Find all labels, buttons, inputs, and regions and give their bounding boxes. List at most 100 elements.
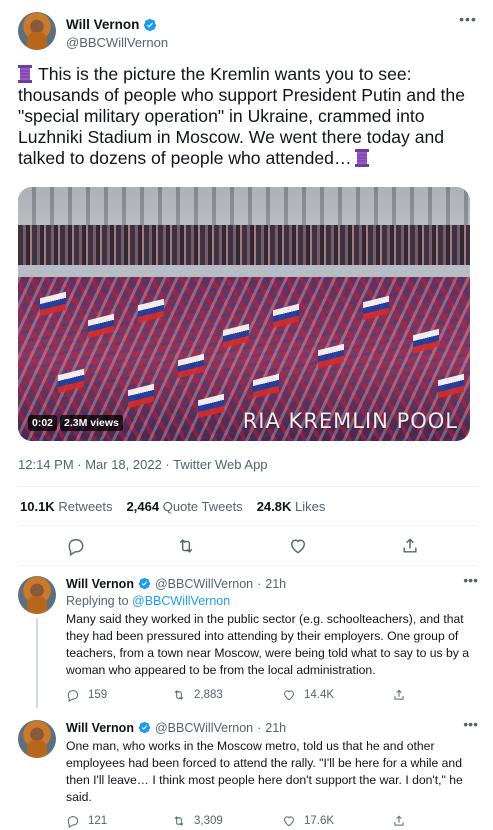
author-name[interactable]: Will Vernon xyxy=(66,17,139,32)
retweet-button[interactable]: 3,309 xyxy=(172,814,223,828)
share-icon xyxy=(394,815,404,826)
more-horizontal-icon[interactable]: ••• xyxy=(463,573,478,587)
retweet-icon[interactable] xyxy=(176,536,196,556)
like-count: 14.4K xyxy=(304,689,335,701)
video-badges: 0:02 2.3M views xyxy=(28,415,123,431)
flag xyxy=(58,368,84,394)
quotes-count: 2,464 xyxy=(126,499,160,514)
flag xyxy=(273,303,299,329)
thread-line xyxy=(36,618,38,708)
retweet-icon xyxy=(174,816,184,826)
reply-time[interactable]: 21h xyxy=(265,577,286,591)
reply-icon xyxy=(67,816,79,828)
flag xyxy=(253,373,279,399)
retweet-count: 2,883 xyxy=(194,689,223,701)
reply-text: One man, who works in the Moscow metro, … xyxy=(66,739,463,804)
heart-icon xyxy=(284,816,294,827)
divider xyxy=(18,486,478,487)
retweet-icon xyxy=(174,690,184,700)
video-timestamp: 0:02 xyxy=(28,415,58,431)
retweet-count: 3,309 xyxy=(194,815,223,827)
flag xyxy=(413,328,439,354)
reply-count: 159 xyxy=(88,689,108,701)
video-views: 2.3M views xyxy=(60,415,123,431)
replying-to-link[interactable]: @BBCWillVernon xyxy=(132,594,230,608)
verified-badge-icon xyxy=(138,577,151,590)
reply-author-handle[interactable]: @BBCWillVernon xyxy=(155,721,253,735)
spool-emoji-icon-end xyxy=(354,149,369,167)
stadium-roof xyxy=(18,187,470,227)
quotes-label: Quote Tweets xyxy=(162,499,243,514)
likes-count: 24.8K xyxy=(256,499,292,514)
tweet-actions xyxy=(18,536,478,558)
separator-dot: · xyxy=(257,576,262,591)
flag xyxy=(40,291,66,317)
tweet-timestamp[interactable]: 12:14 PM · Mar 18, 2022 · Twitter Web Ap… xyxy=(18,457,268,472)
spool-emoji-icon xyxy=(18,65,32,83)
reply-author-handle[interactable]: @BBCWillVernon xyxy=(155,577,253,591)
more-horizontal-icon[interactable]: ••• xyxy=(463,717,478,731)
divider xyxy=(18,565,478,566)
author-handle[interactable]: @BBCWillVernon xyxy=(66,35,168,50)
flag xyxy=(438,373,464,399)
reply-actions: 159 2,883 14.4K xyxy=(66,688,478,706)
reply-header: Will Vernon @BBCWillVernon · 21h xyxy=(66,720,478,735)
flag xyxy=(363,295,389,321)
quotes-stat[interactable]: 2,464 Quote Tweets xyxy=(127,499,243,514)
flag xyxy=(178,353,204,379)
flag xyxy=(223,323,249,349)
reply-tweet[interactable]: Will Vernon @BBCWillVernon · 21h ••• Rep… xyxy=(18,573,478,708)
flag xyxy=(198,393,224,419)
flag xyxy=(128,383,154,409)
tweet-text-container: This is the picture the Kremlin wants yo… xyxy=(18,64,478,169)
like-button[interactable]: 17.6K xyxy=(282,814,334,828)
reply-header: Will Vernon @BBCWillVernon · 21h xyxy=(66,576,478,591)
heart-icon[interactable] xyxy=(288,536,308,556)
tweet-text: This is the picture the Kremlin wants yo… xyxy=(18,64,465,168)
more-horizontal-icon[interactable]: ••• xyxy=(458,12,478,28)
reply-author-name[interactable]: Will Vernon xyxy=(66,721,134,735)
reply-author-avatar[interactable] xyxy=(18,576,56,614)
share-icon xyxy=(394,689,404,700)
like-count: 17.6K xyxy=(304,815,335,827)
reply-author-name[interactable]: Will Vernon xyxy=(66,577,134,591)
reply-text: Many said they worked in the public sect… xyxy=(66,612,470,677)
reply-time[interactable]: 21h xyxy=(265,721,286,735)
reply-icon xyxy=(67,690,79,702)
stadium-ring xyxy=(18,265,470,277)
divider xyxy=(18,525,478,526)
verified-badge-icon xyxy=(138,721,151,734)
flag xyxy=(88,313,114,339)
share-button[interactable] xyxy=(392,814,406,828)
verified-badge-icon xyxy=(144,18,157,31)
likes-stat[interactable]: 24.8K Likes xyxy=(257,499,326,514)
video-watermark: RIA KREMLIN POOL xyxy=(242,409,458,433)
reply-author-avatar[interactable] xyxy=(18,720,56,758)
reply-count: 121 xyxy=(88,815,108,827)
likes-label: Likes xyxy=(295,499,326,514)
tweet-video[interactable]: RIA KREMLIN POOL 0:02 2.3M views xyxy=(18,187,470,441)
flag xyxy=(138,298,164,324)
replying-prefix: Replying to xyxy=(66,594,129,608)
reply-button[interactable]: 121 xyxy=(66,814,107,828)
reply-tweet[interactable]: Will Vernon @BBCWillVernon · 21h ••• One… xyxy=(18,717,478,830)
replying-to: Replying to @BBCWillVernon xyxy=(66,594,478,608)
separator-dot: · xyxy=(257,720,262,735)
author-info: Will Vernon @BBCWillVernon xyxy=(66,16,168,50)
retweet-button[interactable]: 2,883 xyxy=(172,688,223,702)
retweets-stat[interactable]: 10.1K Retweets xyxy=(20,499,113,514)
like-button[interactable]: 14.4K xyxy=(282,688,334,702)
retweets-count: 10.1K xyxy=(20,499,55,514)
reply-button[interactable]: 159 xyxy=(66,688,107,702)
heart-icon xyxy=(284,690,294,701)
reply-actions: 121 3,309 17.6K xyxy=(66,814,478,830)
share-icon[interactable] xyxy=(400,536,420,556)
reply-icon[interactable] xyxy=(66,536,86,557)
tweet-header: Will Vernon @BBCWillVernon ••• xyxy=(18,12,478,56)
share-button[interactable] xyxy=(392,688,406,702)
stadium-upper-stand xyxy=(18,225,470,267)
retweets-label: Retweets xyxy=(58,499,113,514)
tweet-stats: 10.1K Retweets 2,464 Quote Tweets 24.8K … xyxy=(20,499,325,514)
flag xyxy=(318,343,344,369)
author-avatar[interactable] xyxy=(18,12,56,50)
